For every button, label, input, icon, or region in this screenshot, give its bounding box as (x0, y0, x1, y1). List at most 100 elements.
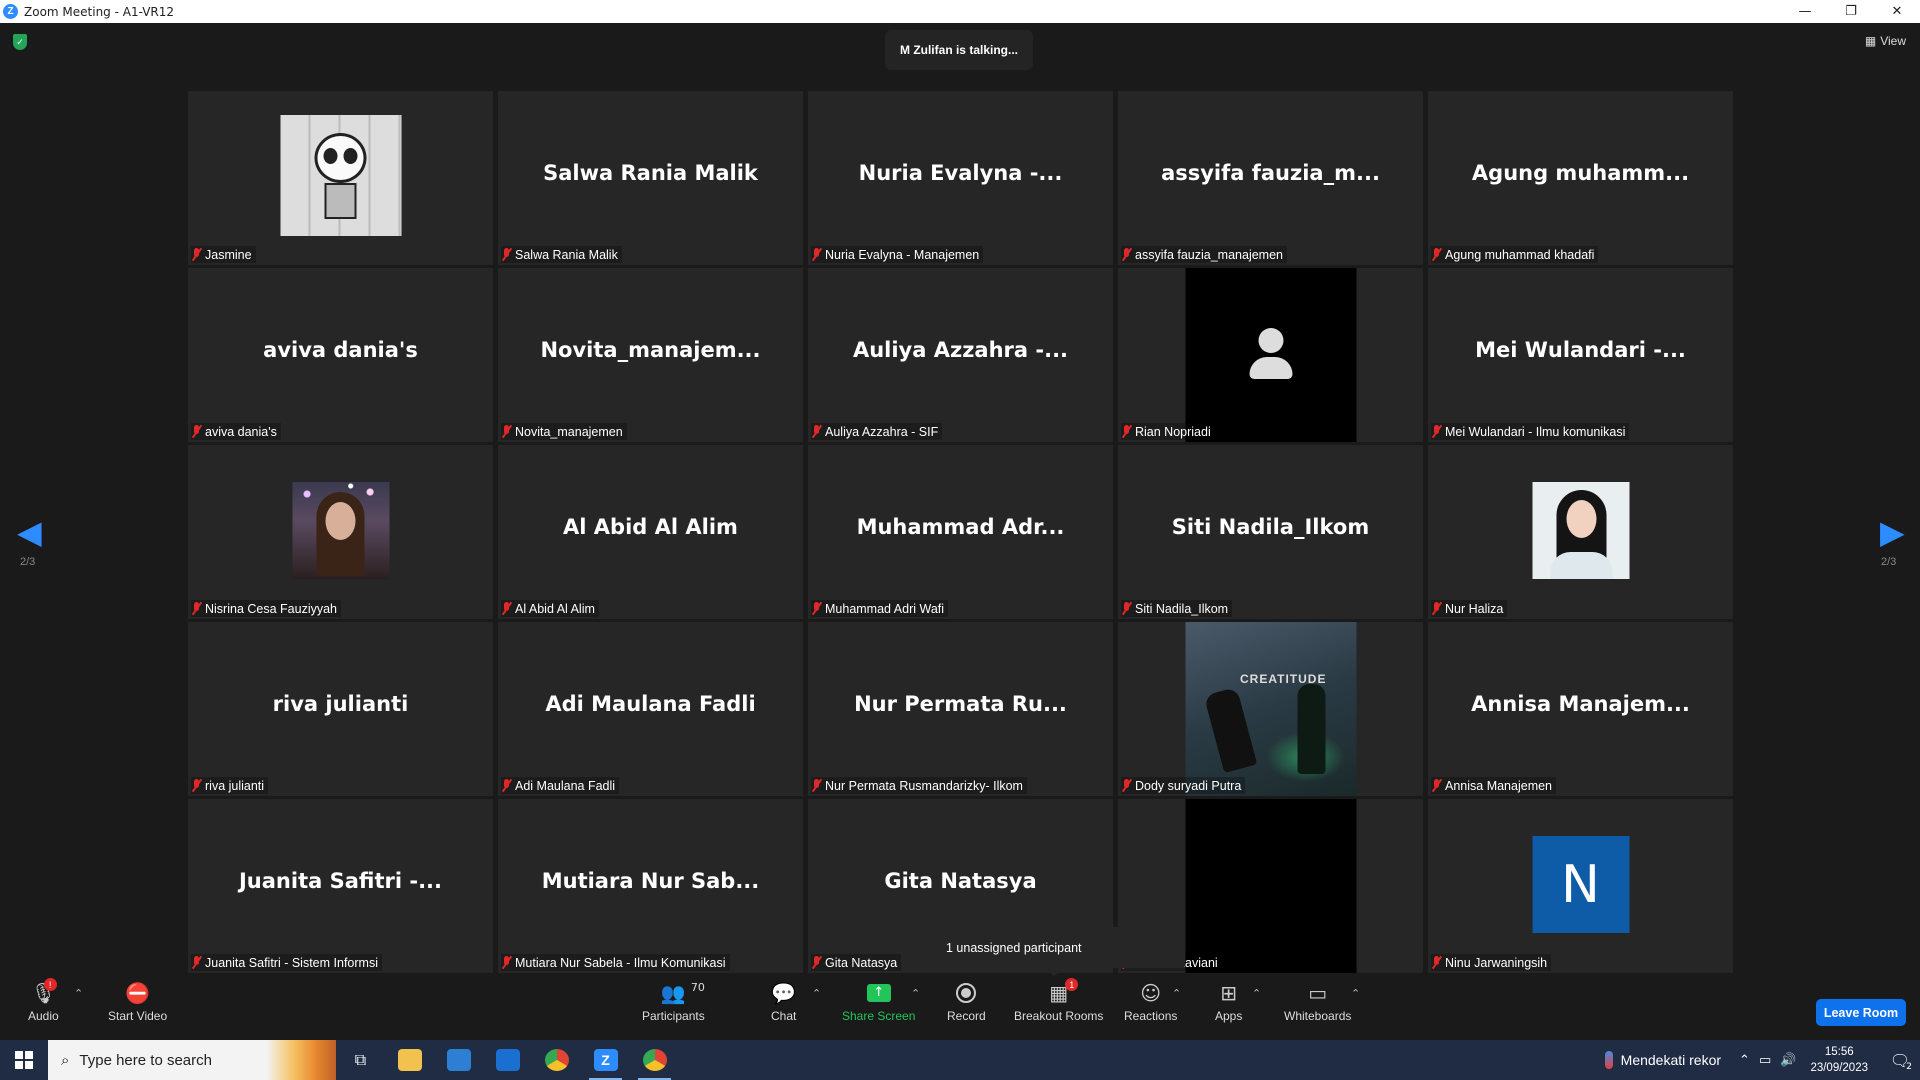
system-tray: Mendekati rekor ⌃ ▭ 🔊 15:56 23/09/2023 🗨… (1604, 1040, 1920, 1080)
participant-profile-photo (1532, 482, 1629, 579)
chat-options-caret-icon[interactable]: ⌃ (812, 987, 821, 1000)
participant-name-label: Nur Permata Rusmandarizky- Ilkom (811, 777, 1027, 794)
participant-tile[interactable]: Muhammad Adr... Muhammad Adri Wafi (808, 445, 1113, 619)
participant-display-name: Muhammad Adr... (856, 515, 1065, 539)
search-highlight-image (266, 1040, 336, 1080)
whiteboards-options-caret-icon[interactable]: ⌃ (1351, 987, 1360, 1000)
next-page-arrow-icon[interactable]: ▶ (1880, 513, 1905, 551)
muted-microphone-icon (811, 956, 822, 969)
initial-avatar: N (1532, 836, 1629, 933)
participant-name-label: Jasmine (191, 246, 256, 263)
participant-display-name: Nur Permata Ru... (854, 692, 1067, 716)
participant-tile[interactable]: Annisa Manajem... Annisa Manajemen (1428, 622, 1733, 796)
chat-button[interactable]: 💬 Chat (771, 979, 796, 1024)
participant-display-name: Adi Maulana Fadli (545, 692, 756, 716)
record-label: Record (947, 1009, 986, 1023)
show-hidden-icons-icon[interactable]: ⌃ (1739, 1053, 1750, 1068)
search-icon: ⌕ (61, 1051, 70, 1069)
apps-options-caret-icon[interactable]: ⌃ (1252, 987, 1261, 1000)
participant-tile[interactable]: Nur Haliza (1428, 445, 1733, 619)
minimize-button[interactable]: — (1782, 0, 1828, 23)
apps-button[interactable]: ⊞ Apps (1215, 979, 1243, 1024)
participants-button[interactable]: 👥 70 Participants (642, 979, 705, 1024)
taskbar-clock[interactable]: 15:56 23/09/2023 (1810, 1044, 1868, 1076)
participant-tile[interactable]: Novita_manajem... Novita_manajemen (498, 268, 803, 442)
muted-microphone-icon (1431, 248, 1442, 261)
chrome-icon[interactable] (532, 1040, 581, 1080)
weather-text: Mendekati rekor (1620, 1052, 1722, 1068)
share-options-caret-icon[interactable]: ⌃ (911, 987, 920, 1000)
participant-name: Ninu Jarwaningsih (1445, 955, 1548, 970)
muted-microphone-icon (191, 956, 202, 969)
whiteboard-icon: ▭ (1308, 980, 1328, 1005)
notification-center-icon[interactable]: 🗨 2 (1880, 1040, 1920, 1080)
start-video-button[interactable]: ⛔ Start Video (108, 979, 167, 1024)
volume-icon[interactable]: 🔊 (1780, 1053, 1796, 1068)
participant-tile[interactable]: Nuria Evalyna -... Nuria Evalyna - Manaje… (808, 91, 1113, 265)
participant-name-label: Adi Maulana Fadli (501, 777, 620, 794)
task-view-icon[interactable]: ⧉ (336, 1040, 385, 1080)
security-shield-icon[interactable]: ✓ (13, 34, 27, 50)
participant-tile[interactable]: riva julianti riva julianti (188, 622, 493, 796)
participant-display-name: Mei Wulandari -... (1475, 338, 1686, 362)
chrome-zoom-taskbar-icon[interactable] (630, 1040, 679, 1080)
participant-tile[interactable]: Siti Nadila_Ilkom Siti Nadila_Ilkom (1118, 445, 1423, 619)
file-explorer-icon[interactable] (385, 1040, 434, 1080)
start-button[interactable] (0, 1040, 48, 1080)
muted-microphone-icon (811, 602, 822, 615)
leave-room-button[interactable]: Leave Room (1816, 999, 1906, 1026)
whiteboards-button[interactable]: ▭ Whiteboards (1284, 979, 1351, 1024)
participant-name: Juanita Safitri - Sistem Informsi (205, 955, 378, 970)
view-button[interactable]: ▦ View (1865, 34, 1906, 48)
participant-tile[interactable]: N Ninu Jarwaningsih (1428, 799, 1733, 973)
apps-label: Apps (1215, 1009, 1243, 1023)
restore-button[interactable]: ❐ (1828, 0, 1874, 23)
title-bar: Z Zoom Meeting - A1-VR12 — ❐ ✕ (0, 0, 1920, 23)
participant-tile[interactable]: Mei Wulandari -... Mei Wulandari - Ilmu k… (1428, 268, 1733, 442)
close-button[interactable]: ✕ (1874, 0, 1920, 23)
participant-tile[interactable]: CREATITUDE Dody suryadi Putra (1118, 622, 1423, 796)
muted-microphone-icon (191, 602, 202, 615)
active-speaker-banner: M Zulifan is talking... (885, 30, 1033, 70)
participant-name-label: Nur Haliza (1431, 600, 1508, 617)
mail-icon[interactable] (483, 1040, 532, 1080)
muted-microphone-icon (1431, 425, 1442, 438)
participant-tile[interactable]: Auliya Azzahra -... Auliya Azzahra - SIF (808, 268, 1113, 442)
audio-options-caret-icon[interactable]: ⌃ (74, 987, 83, 1000)
share-screen-button[interactable]: ↑ Share Screen (842, 979, 915, 1023)
participant-tile[interactable]: Salwa Rania Malik Salwa Rania Malik (498, 91, 803, 265)
previous-page-arrow-icon[interactable]: ◀ (17, 513, 42, 551)
grid-view-icon: ▦ (1864, 34, 1877, 48)
unassigned-participant-tooltip: 1 unassigned participant (931, 927, 1185, 968)
participant-tile[interactable]: Mutiara Nur Sab... Mutiara Nur Sabela - I… (498, 799, 803, 973)
participant-tile[interactable]: Rian Nopriadi (1118, 268, 1423, 442)
participant-tile[interactable]: Nisrina Cesa Fauziyyah (188, 445, 493, 619)
participant-tile[interactable]: Adi Maulana Fadli Adi Maulana Fadli (498, 622, 803, 796)
network-icon[interactable]: ▭ (1759, 1053, 1771, 1068)
reactions-button[interactable]: ☺ Reactions (1124, 979, 1177, 1024)
reactions-options-caret-icon[interactable]: ⌃ (1172, 987, 1181, 1000)
participant-tile[interactable]: Jasmine (188, 91, 493, 265)
audio-button[interactable]: 🎙 ! Audio (28, 978, 59, 1023)
muted-microphone-icon (501, 602, 512, 615)
microsoft-store-icon[interactable] (434, 1040, 483, 1080)
participant-name: assyifa fauzia_manajemen (1135, 247, 1283, 262)
participant-tile[interactable]: assyifa fauzia_m... assyifa fauzia_manaje… (1118, 91, 1423, 265)
participant-tile[interactable]: aviva dania's aviva dania's (188, 268, 493, 442)
record-button[interactable]: Record (947, 979, 986, 1023)
muted-microphone-icon (811, 425, 822, 438)
taskbar-search-box[interactable]: ⌕ Type here to search (48, 1040, 336, 1080)
notification-count: 2 (1906, 1062, 1912, 1072)
weather-widget[interactable]: Mendekati rekor (1604, 1051, 1722, 1069)
participant-name: Gita Natasya (825, 955, 898, 970)
participant-tile[interactable]: Juanita Safitri -... Juanita Safitri - Si… (188, 799, 493, 973)
participant-display-name: Mutiara Nur Sab... (541, 869, 760, 893)
participant-name: Auliya Azzahra - SIF (825, 424, 939, 439)
participant-tile[interactable]: Al Abid Al Alim Al Abid Al Alim (498, 445, 803, 619)
zoom-logo-icon: Z (3, 4, 18, 19)
participant-tile[interactable]: Nur Permata Ru... Nur Permata Rusmandariz… (808, 622, 1113, 796)
participant-name: Mutiara Nur Sabela - Ilmu Komunikasi (515, 955, 726, 970)
breakout-rooms-button[interactable]: ▦ 1 Breakout Rooms (1014, 978, 1103, 1023)
participant-tile[interactable]: Agung muhamm... Agung muhammad khadafi (1428, 91, 1733, 265)
zoom-taskbar-icon[interactable]: Z (581, 1040, 630, 1080)
